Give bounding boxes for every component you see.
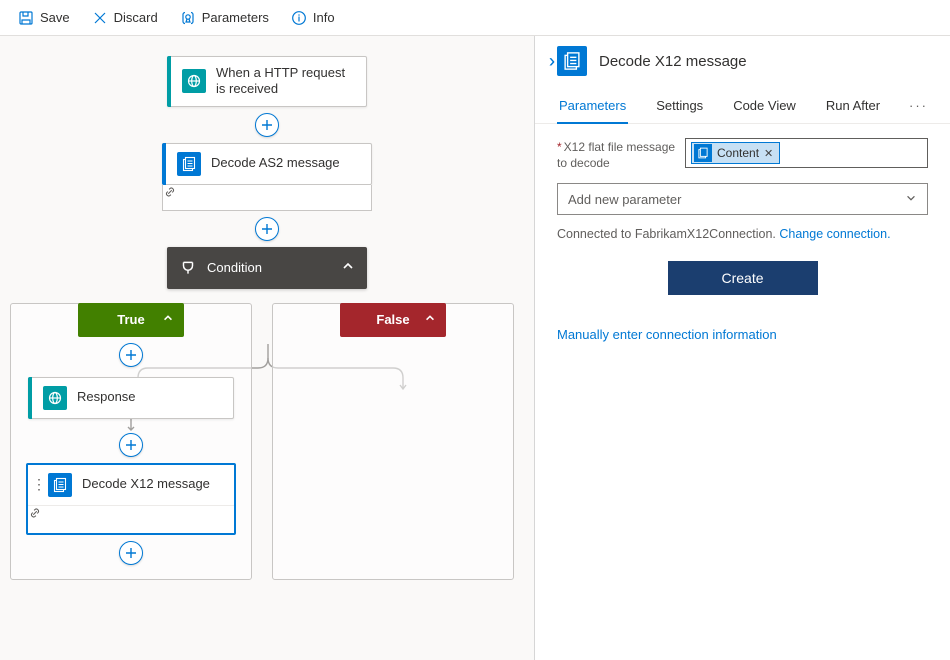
decode-as2-icon: [177, 152, 201, 176]
chevron-up-icon: [341, 259, 355, 276]
parameters-button[interactable]: Parameters: [170, 6, 279, 30]
decode-x12-card-selected[interactable]: ⋮ Decode X12 message: [26, 463, 236, 535]
true-label: True: [117, 312, 144, 327]
token-label: Content: [717, 146, 759, 160]
connection-status: Connected to FabrikamX12Connection. Chan…: [557, 227, 928, 241]
false-label: False: [376, 312, 409, 327]
info-label: Info: [313, 10, 335, 25]
condition-icon: [179, 259, 197, 277]
save-icon: [18, 10, 34, 26]
chevron-up-icon: [424, 312, 436, 327]
add-step-button[interactable]: [119, 541, 143, 565]
add-step-button[interactable]: [119, 433, 143, 457]
decode-x12-title: Decode X12 message: [82, 476, 210, 492]
add-step-button[interactable]: [255, 113, 279, 137]
decode-x12-icon: [48, 473, 72, 497]
tab-parameters[interactable]: Parameters: [557, 90, 628, 123]
response-title: Response: [77, 389, 136, 405]
chevron-up-icon: [162, 312, 174, 327]
discard-label: Discard: [114, 10, 158, 25]
response-card[interactable]: Response: [28, 377, 234, 419]
token-remove-icon[interactable]: ✕: [764, 147, 773, 160]
info-button[interactable]: Info: [281, 6, 345, 30]
x12-content-input[interactable]: Content ✕: [685, 138, 928, 168]
manual-connection-link[interactable]: Manually enter connection information: [557, 327, 928, 342]
card-accent: [162, 143, 166, 185]
discard-button[interactable]: Discard: [82, 6, 168, 30]
tab-code-view[interactable]: Code View: [731, 90, 798, 123]
add-new-parameter-dropdown[interactable]: Add new parameter: [557, 183, 928, 215]
chevron-down-icon: [905, 192, 917, 207]
true-header[interactable]: True: [78, 303, 184, 337]
discard-icon: [92, 10, 108, 26]
designer-canvas[interactable]: When a HTTP request is received Decode A…: [0, 36, 535, 660]
panel-action-icon: [557, 46, 587, 76]
card-accent: [167, 56, 171, 107]
field-label-x12: *X12 flat file message to decode: [557, 138, 677, 171]
http-request-icon: [182, 69, 206, 93]
link-icon: [28, 508, 42, 523]
info-icon: [291, 10, 307, 26]
add-new-parameter-label: Add new parameter: [568, 192, 681, 207]
drag-handle-icon[interactable]: ⋮: [32, 476, 44, 493]
response-icon: [43, 386, 67, 410]
parameters-label: Parameters: [202, 10, 269, 25]
link-icon: [163, 187, 177, 202]
true-branch: True Response: [10, 303, 252, 580]
false-header[interactable]: False: [340, 303, 446, 337]
condition-card[interactable]: Condition: [167, 247, 367, 289]
save-label: Save: [40, 10, 70, 25]
card-accent: [28, 377, 32, 419]
tabs-overflow-button[interactable]: ···: [909, 90, 928, 123]
connector-line: [127, 419, 135, 433]
details-panel: ›› Decode X12 message Parameters Setting…: [535, 36, 950, 660]
save-button[interactable]: Save: [8, 6, 80, 30]
create-button[interactable]: Create: [668, 261, 818, 295]
tab-run-after[interactable]: Run After: [824, 90, 882, 123]
content-token[interactable]: Content ✕: [691, 142, 780, 164]
decode-as2-title: Decode AS2 message: [211, 155, 340, 171]
condition-title: Condition: [207, 260, 262, 275]
panel-title: Decode X12 message: [599, 53, 747, 70]
add-step-button[interactable]: [119, 343, 143, 367]
false-branch: False: [272, 303, 514, 580]
change-connection-link[interactable]: Change connection.: [779, 227, 890, 241]
trigger-title: When a HTTP request is received: [216, 65, 356, 98]
add-step-button[interactable]: [255, 217, 279, 241]
token-icon: [694, 144, 712, 162]
toolbar: Save Discard Parameters Info: [0, 0, 950, 36]
tab-settings[interactable]: Settings: [654, 90, 705, 123]
trigger-card[interactable]: When a HTTP request is received: [167, 56, 367, 107]
parameters-icon: [180, 10, 196, 26]
decode-as2-card[interactable]: Decode AS2 message: [162, 143, 372, 211]
panel-tabs: Parameters Settings Code View Run After …: [535, 90, 950, 124]
